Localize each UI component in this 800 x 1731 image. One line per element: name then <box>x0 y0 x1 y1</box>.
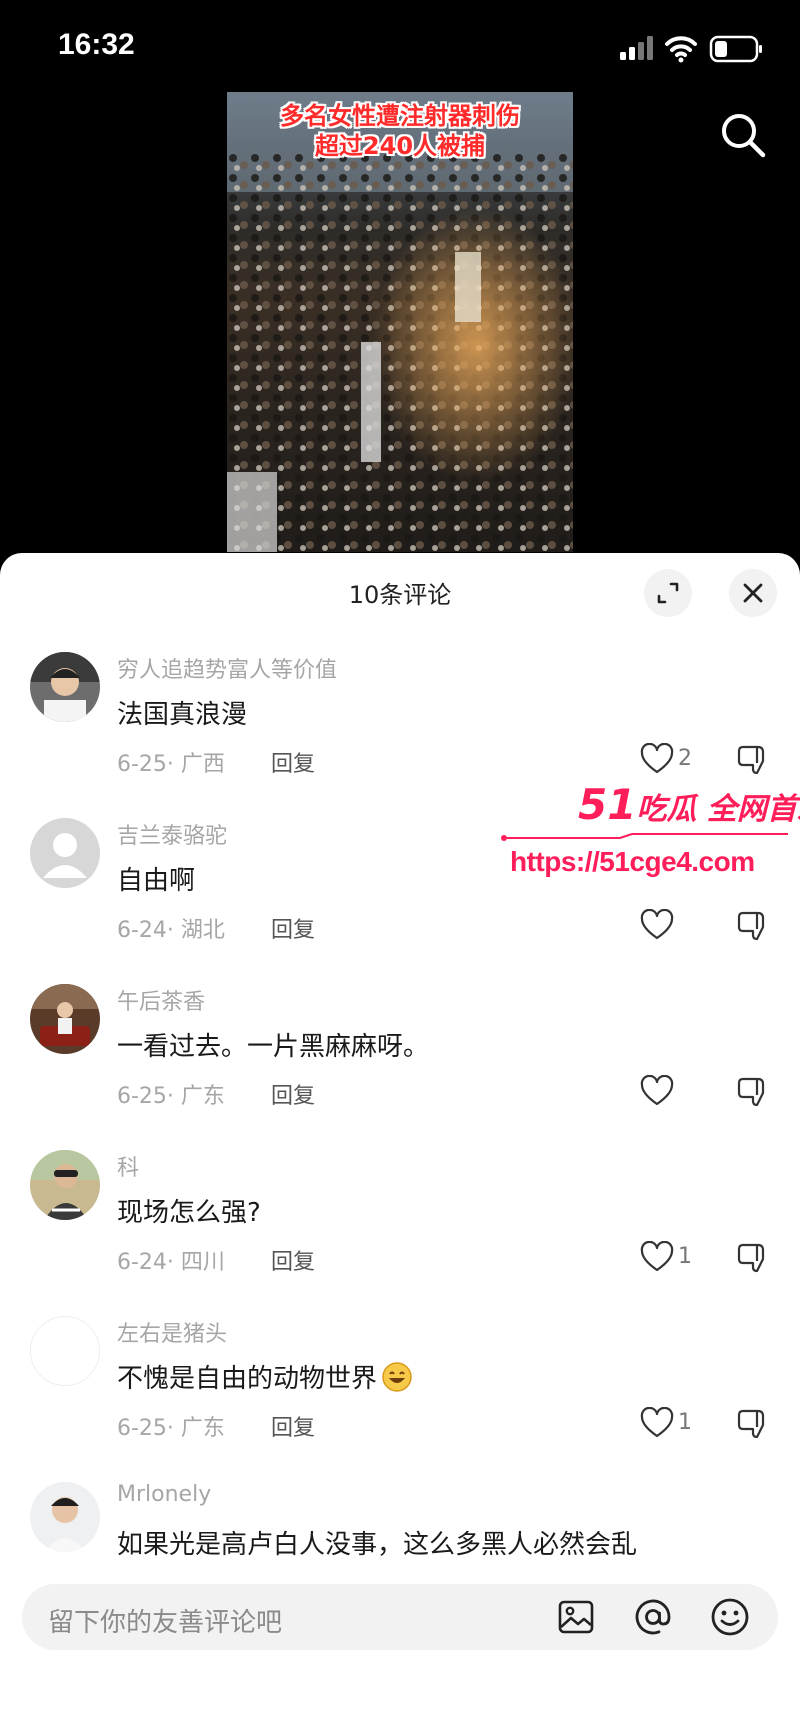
watermark-brand: 51吃瓜 全网首发 <box>578 780 800 829</box>
comment-input[interactable]: 留下你的友善评论吧 <box>22 1584 778 1650</box>
image-icon[interactable] <box>555 1596 597 1638</box>
watermark: 51吃瓜 全网首发 https://51cge4.com <box>500 780 800 900</box>
comment-meta: 6-25· 广东 <box>117 1416 225 1441</box>
heart-icon[interactable] <box>640 909 674 943</box>
like-count: 1 <box>678 1244 692 1269</box>
close-button[interactable] <box>729 569 777 617</box>
battery-icon <box>709 35 762 63</box>
reply-button[interactable]: 回复 <box>271 1078 315 1110</box>
reply-button[interactable]: 回复 <box>271 746 315 778</box>
comment-meta: 6-24· 湖北 <box>117 918 225 943</box>
comment-item: 午后茶香 一看过去。一片黑麻麻呀。 6-25· 广东 回复 <box>0 984 800 1150</box>
comments-sheet: 10条评论 穷人追趋势富人等价值 法国真浪漫 6-25· 广西 回复 2 吉兰泰… <box>0 553 800 1731</box>
comment-username[interactable]: 吉兰泰骆驼 <box>117 818 227 850</box>
comment-item: 左右是猪头 不愧是自由的动物世界 6-25· 广东 回复 1 <box>0 1316 800 1482</box>
comments-header: 10条评论 <box>0 553 800 631</box>
reply-button[interactable]: 回复 <box>271 1244 315 1276</box>
comment-text: 自由啊 <box>117 866 196 896</box>
comment-input-bar: 留下你的友善评论吧 <box>0 1570 800 1731</box>
status-bar: 16:32 <box>0 0 800 96</box>
heart-icon[interactable] <box>640 1407 674 1441</box>
dislike-icon[interactable] <box>734 909 768 943</box>
comment-text-row: 不愧是自由的动物世界 <box>117 1358 413 1395</box>
dislike-icon[interactable] <box>734 743 768 777</box>
comment-text: 如果光是高卢白人没事，这么多黑人必然会乱 <box>117 1530 638 1560</box>
comment-username[interactable]: Mrlonely <box>117 1482 211 1507</box>
expand-icon <box>657 582 679 604</box>
dislike-icon[interactable] <box>734 1075 768 1109</box>
video-caption-line2: 超过240人被捕 <box>314 132 486 160</box>
grinning-emoji-icon <box>382 1362 412 1392</box>
at-mention-icon[interactable] <box>632 1596 674 1638</box>
reply-button[interactable]: 回复 <box>271 912 315 944</box>
clock: 16:32 <box>58 28 135 61</box>
emoji-icon[interactable] <box>709 1596 751 1638</box>
comment-item: 科 现场怎么强? 6-24· 四川 回复 1 <box>0 1150 800 1316</box>
like-count: 1 <box>678 1410 692 1435</box>
avatar[interactable] <box>30 1316 100 1386</box>
avatar[interactable] <box>30 1150 100 1220</box>
avatar[interactable] <box>30 818 100 888</box>
dislike-icon[interactable] <box>734 1407 768 1441</box>
status-icons <box>620 35 762 63</box>
signal-icon <box>620 36 653 60</box>
crowd-image <box>227 92 573 552</box>
avatar[interactable] <box>30 652 100 722</box>
comment-text: 一看过去。一片黑麻麻呀。 <box>117 1032 430 1062</box>
expand-button[interactable] <box>644 569 692 617</box>
comment-meta: 6-24· 四川 <box>117 1250 225 1275</box>
heart-icon[interactable] <box>640 1241 674 1275</box>
comment-username[interactable]: 科 <box>117 1150 139 1182</box>
heart-icon[interactable] <box>640 1075 674 1109</box>
comment-username[interactable]: 左右是猪头 <box>117 1316 227 1348</box>
avatar[interactable] <box>30 1482 100 1552</box>
comment-text: 法国真浪漫 <box>117 700 248 730</box>
search-icon[interactable] <box>718 110 768 160</box>
like-count: 2 <box>678 746 692 771</box>
wifi-icon <box>665 36 697 63</box>
watermark-circuit-line <box>501 833 788 841</box>
reply-button[interactable]: 回复 <box>271 1410 315 1442</box>
comment-meta: 6-25· 广西 <box>117 752 225 777</box>
comment-meta: 6-25· 广东 <box>117 1084 225 1109</box>
comment-input-placeholder: 留下你的友善评论吧 <box>48 1608 283 1638</box>
close-icon <box>743 583 763 603</box>
heart-icon[interactable] <box>640 743 674 777</box>
comment-username[interactable]: 穷人追趋势富人等价值 <box>117 652 337 684</box>
comment-text: 不愧是自由的动物世界 <box>117 1364 378 1394</box>
avatar[interactable] <box>30 984 100 1054</box>
video-thumbnail[interactable]: 多名女性遭注射器刺伤 超过240人被捕 <box>227 92 573 552</box>
comment-text: 现场怎么强? <box>117 1198 261 1228</box>
video-area[interactable]: 多名女性遭注射器刺伤 超过240人被捕 <box>0 92 800 552</box>
watermark-url: https://51cge4.com <box>510 846 755 877</box>
comment-username[interactable]: 午后茶香 <box>117 984 205 1016</box>
dislike-icon[interactable] <box>734 1241 768 1275</box>
